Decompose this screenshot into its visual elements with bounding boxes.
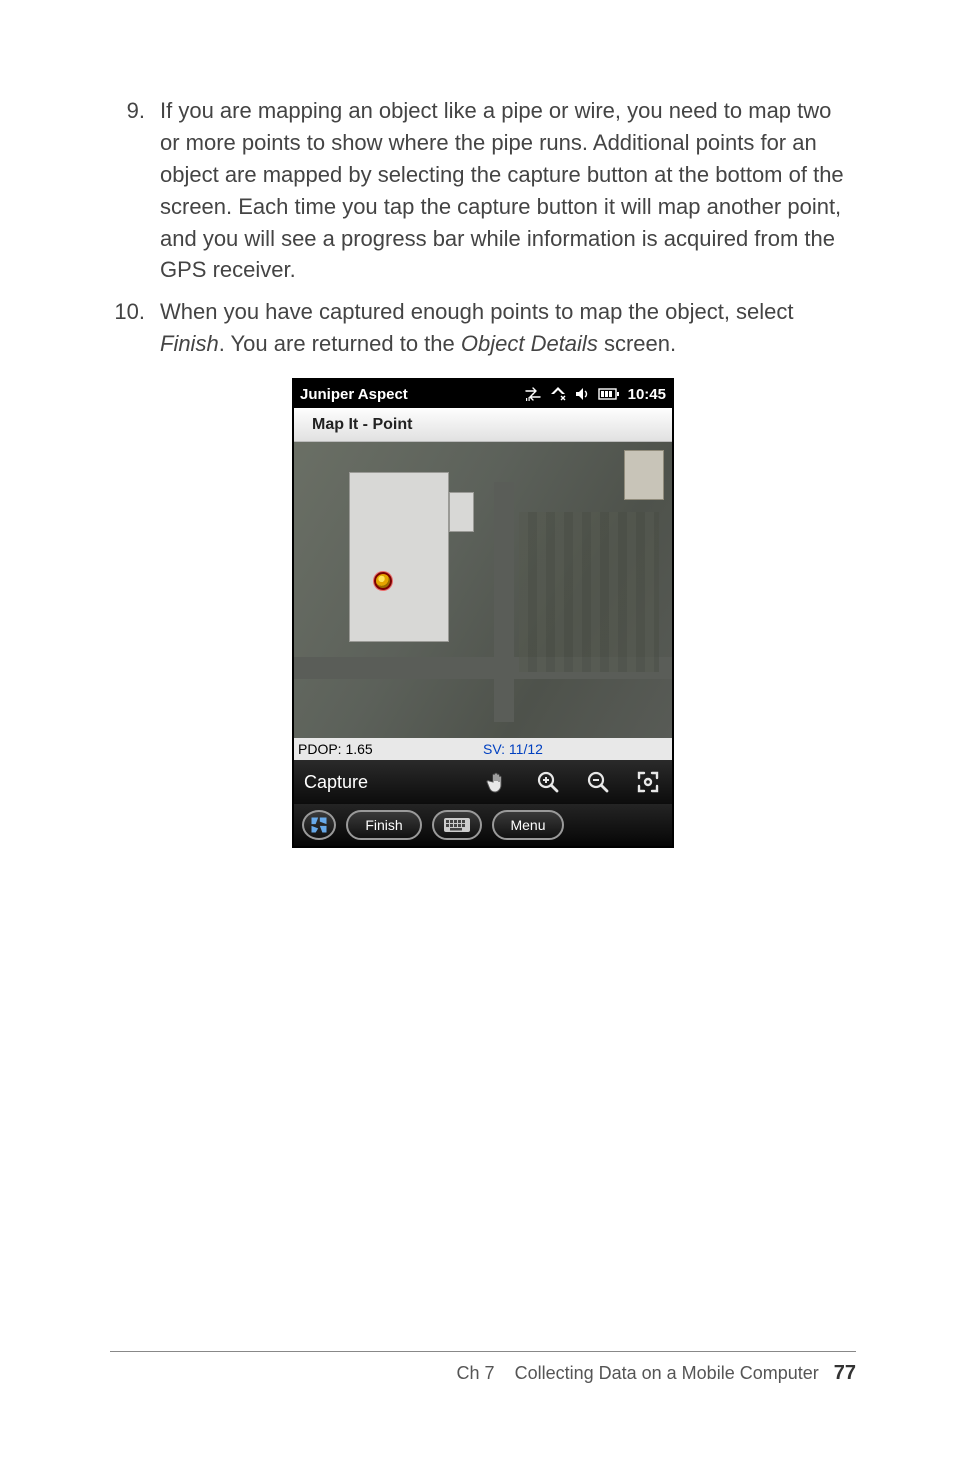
page-content: 9. If you are mapping an object like a p…	[110, 95, 856, 848]
finish-button[interactable]: Finish	[346, 810, 422, 840]
status-icons: 10:45	[524, 386, 666, 403]
connectivity-arrows-icon	[524, 387, 542, 401]
clock: 10:45	[628, 386, 666, 403]
screen-title: Map It - Point	[294, 408, 672, 442]
battery-icon	[598, 388, 620, 400]
map-pin-icon	[374, 572, 392, 590]
step-text-segment: screen.	[598, 331, 676, 356]
zoom-in-icon[interactable]	[534, 768, 562, 796]
app-title: Juniper Aspect	[300, 386, 524, 403]
gps-info-bar: PDOP: 1.65 SV: 11/12	[294, 738, 672, 760]
capture-button[interactable]: Capture	[304, 772, 368, 793]
zoom-out-icon[interactable]	[584, 768, 612, 796]
step-text-italic: Object Details	[461, 331, 598, 356]
step-10: 10. When you have captured enough points…	[110, 296, 856, 360]
step-text: When you have captured enough points to …	[160, 296, 856, 360]
step-text-segment: . You are returned to the	[219, 331, 461, 356]
sv-label: SV: 11/12	[483, 741, 672, 757]
keyboard-button[interactable]	[432, 810, 482, 840]
device-screenshot: Juniper Aspect 10:45 Map It - Point	[292, 378, 674, 848]
step-number: 9.	[110, 95, 160, 286]
status-bar: Juniper Aspect 10:45	[294, 380, 672, 408]
step-text-italic: Finish	[160, 331, 219, 356]
chapter-title: Collecting Data on a Mobile Computer	[515, 1363, 819, 1383]
softkey-bar: Finish Menu	[294, 804, 672, 846]
page-footer: Ch 7 Collecting Data on a Mobile Compute…	[110, 1351, 856, 1385]
signal-no-icon	[550, 386, 566, 402]
step-text: If you are mapping an object like a pipe…	[160, 95, 856, 286]
step-number: 10.	[110, 296, 160, 360]
step-text-segment: When you have captured enough points to …	[160, 299, 794, 324]
extent-icon[interactable]	[634, 768, 662, 796]
start-button[interactable]	[302, 810, 336, 840]
step-9: 9. If you are mapping an object like a p…	[110, 95, 856, 286]
pan-hand-icon[interactable]	[484, 768, 512, 796]
chapter-label: Ch 7	[457, 1363, 495, 1383]
page-number: 77	[834, 1362, 856, 1384]
toolbar: Capture	[294, 760, 672, 804]
pdop-label: PDOP: 1.65	[294, 741, 483, 757]
menu-button[interactable]: Menu	[492, 810, 564, 840]
map-view[interactable]	[294, 442, 672, 738]
speaker-icon	[574, 386, 590, 402]
